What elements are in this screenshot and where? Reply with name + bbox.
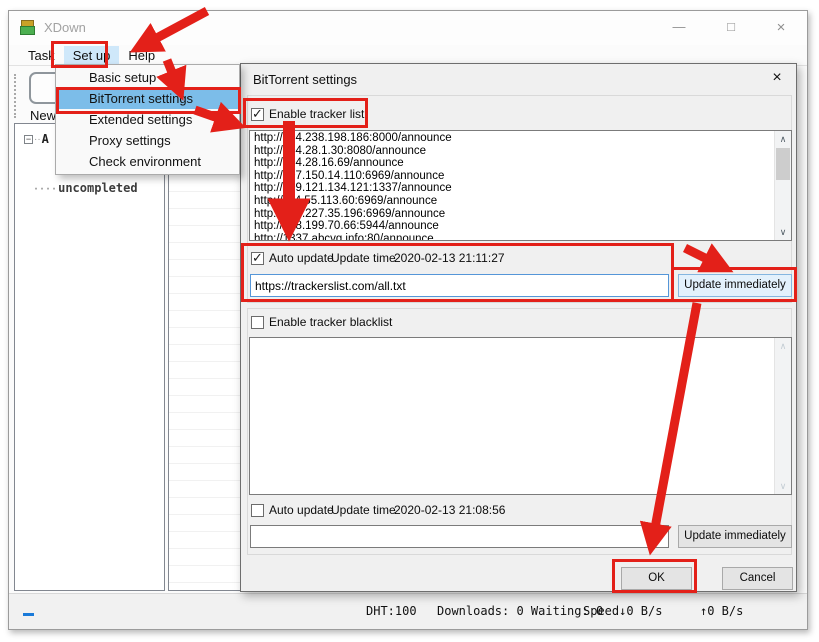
screen: XDown — □ × Task Set up Help New − ·· A … <box>0 0 819 642</box>
menu-item-proxy-settings[interactable]: Proxy settings <box>56 130 239 151</box>
dialog-close-icon[interactable]: × <box>766 69 788 87</box>
menu-item-check-environment[interactable]: Check environment <box>56 151 239 172</box>
status-downloads-waiting: Downloads: 0 Waiting: 0 <box>437 604 603 618</box>
menu-item-basic-setup[interactable]: Basic setup <box>56 67 239 88</box>
xdown-app-icon <box>20 20 36 36</box>
task-tree-panel: − ·· A ····uncompleted <box>14 123 165 591</box>
tree-connector: ·· <box>34 134 41 145</box>
status-bar: DHT:100 Downloads: 0 Waiting: 0 Speed↓0 … <box>9 593 807 629</box>
blacklist-scrollbar: ∧ ∨ <box>774 338 791 494</box>
menu-bar: Task Set up Help <box>9 45 807 65</box>
cancel-button[interactable]: Cancel <box>722 567 793 590</box>
blacklist-auto-update-checkbox[interactable] <box>251 504 264 517</box>
maximize-icon[interactable]: □ <box>716 19 746 34</box>
status-speed-up: ↑0 B/s <box>700 604 743 618</box>
status-speed-down: Speed↓0 B/s <box>583 604 662 618</box>
tracker-list-scrollbar[interactable]: ∧ ∨ <box>774 131 791 240</box>
scroll-up-icon: ∧ <box>775 338 791 354</box>
setup-dropdown-menu: Basic setup BitTorrent settings Extended… <box>55 64 240 175</box>
annotation-box-enable-tracker-list <box>243 98 368 128</box>
tree-root-node[interactable]: − ·· A <box>24 132 49 146</box>
window-title: XDown <box>44 20 86 35</box>
tracker-url-lines: http://104.238.198.186:8000/announce htt… <box>254 132 772 240</box>
blacklist-url-input[interactable] <box>250 525 669 548</box>
title-bar[interactable]: XDown — □ × <box>9 11 807 45</box>
blacklist-update-immediately-button[interactable]: Update immediately <box>678 525 792 548</box>
annotation-box-set-up <box>51 41 108 68</box>
annotation-box-auto-update <box>241 243 674 302</box>
new-task-label[interactable]: New <box>30 108 56 123</box>
menu-help[interactable]: Help <box>119 46 164 65</box>
scroll-down-icon: ∨ <box>775 478 791 494</box>
annotation-box-update-immediately <box>671 267 797 302</box>
enable-tracker-blacklist-label[interactable]: Enable tracker blacklist <box>269 315 392 329</box>
blacklist-update-time-value: 2020-02-13 21:08:56 <box>394 503 505 517</box>
blacklist-auto-update-label[interactable]: Auto update <box>269 503 334 517</box>
collapse-icon[interactable]: − <box>24 135 33 144</box>
annotation-box-bittorrent-settings <box>56 87 241 114</box>
tracker-blacklist-textarea[interactable]: ∧ ∨ <box>249 337 792 495</box>
toolbar-gripper[interactable] <box>14 74 16 118</box>
close-icon[interactable]: × <box>766 19 796 36</box>
bittorrent-settings-dialog: BitTorrent settings × ✓ Enable tracker l… <box>240 63 797 592</box>
annotation-box-ok <box>612 559 697 593</box>
tree-item-uncompleted[interactable]: ····uncompleted <box>32 181 138 195</box>
scrollbar-thumb[interactable] <box>776 148 790 180</box>
tree-root-label[interactable]: A <box>42 132 49 146</box>
tracker-list-textarea[interactable]: http://104.238.198.186:8000/announce htt… <box>249 130 792 241</box>
scroll-down-icon[interactable]: ∨ <box>775 224 791 240</box>
scroll-up-icon[interactable]: ∧ <box>775 131 791 147</box>
dialog-title: BitTorrent settings <box>253 72 357 87</box>
status-dht: DHT:100 <box>366 604 417 618</box>
blue-dash-indicator <box>23 613 34 616</box>
blacklist-update-time-label: Update time <box>331 503 396 517</box>
enable-tracker-blacklist-checkbox[interactable] <box>251 316 264 329</box>
minimize-icon[interactable]: — <box>664 19 694 34</box>
